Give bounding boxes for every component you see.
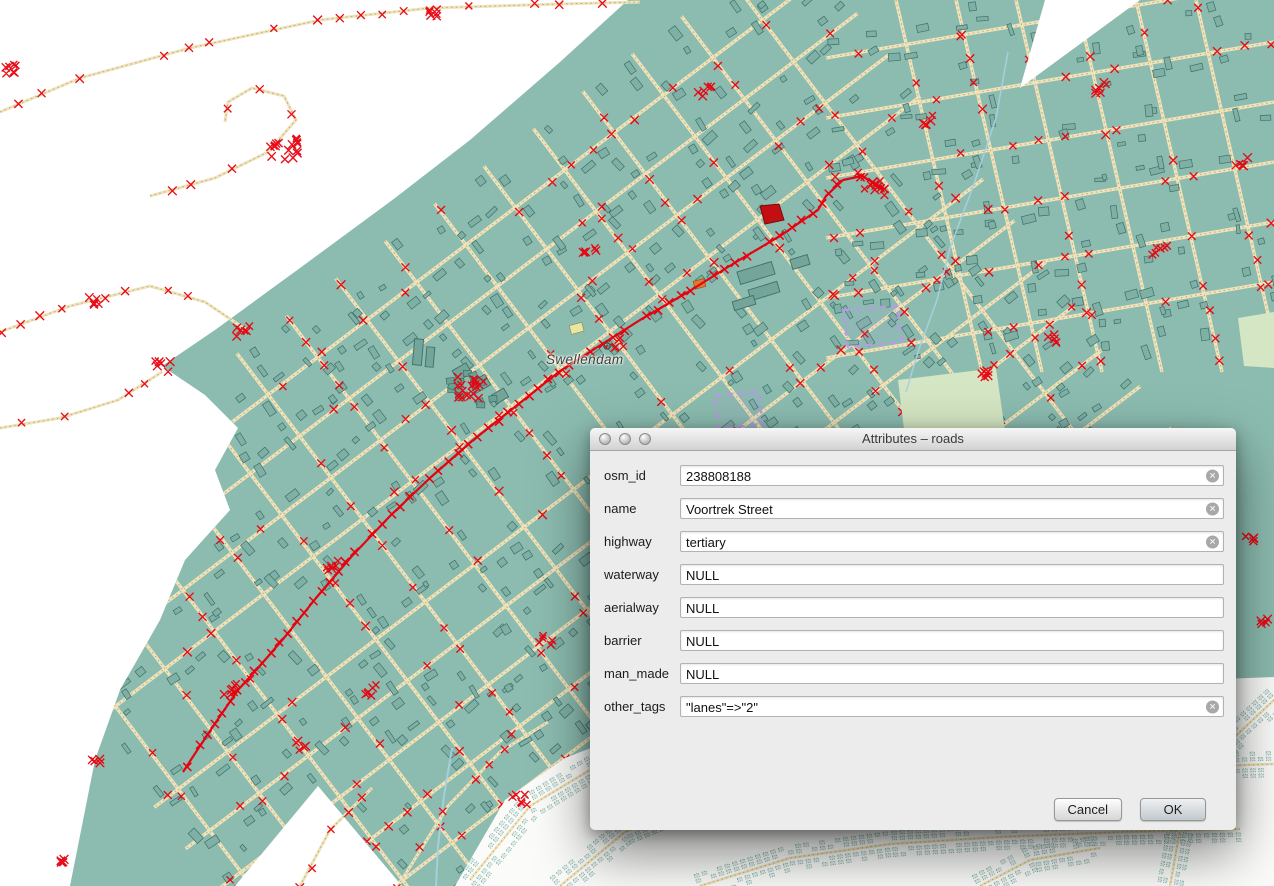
close-button[interactable] <box>599 433 611 445</box>
field-label-other_tags: other_tags <box>604 699 680 714</box>
highway-clear-icon[interactable] <box>1206 535 1219 548</box>
field-label-aerialway: aerialway <box>604 600 680 615</box>
attributes-dialog: Attributes – roads osm_id name highway <box>590 428 1236 830</box>
osm_id-clear-icon[interactable] <box>1206 469 1219 482</box>
aerialway-input[interactable] <box>680 597 1224 618</box>
field-label-barrier: barrier <box>604 633 680 648</box>
name-input[interactable] <box>680 498 1224 519</box>
field-label-man_made: man_made <box>604 666 680 681</box>
field-row-other_tags: other_tags <box>604 696 1224 717</box>
other_tags-clear-icon[interactable] <box>1206 700 1219 713</box>
name-clear-icon[interactable] <box>1206 502 1219 515</box>
qgis-map-window: Swellendam Attributes – roads osm_id nam… <box>0 0 1274 886</box>
field-row-waterway: waterway <box>604 564 1224 585</box>
field-label-osm_id: osm_id <box>604 468 680 483</box>
field-label-waterway: waterway <box>604 567 680 582</box>
waterway-input[interactable] <box>680 564 1224 585</box>
field-row-barrier: barrier <box>604 630 1224 651</box>
dialog-titlebar[interactable]: Attributes – roads <box>590 428 1236 451</box>
field-row-man_made: man_made <box>604 663 1224 684</box>
field-row-aerialway: aerialway <box>604 597 1224 618</box>
field-row-osm_id: osm_id <box>604 465 1224 486</box>
cancel-button[interactable]: Cancel <box>1054 798 1122 821</box>
ok-button[interactable]: OK <box>1140 798 1206 821</box>
window-controls <box>599 433 651 445</box>
attributes-form: osm_id name highway <box>590 451 1236 717</box>
field-row-name: name <box>604 498 1224 519</box>
highway-input[interactable] <box>680 531 1224 552</box>
field-row-highway: highway <box>604 531 1224 552</box>
field-label-highway: highway <box>604 534 680 549</box>
minimize-button[interactable] <box>619 433 631 445</box>
man_made-input[interactable] <box>680 663 1224 684</box>
dialog-buttons: Cancel OK <box>1054 798 1206 821</box>
other_tags-input[interactable] <box>680 696 1224 717</box>
barrier-input[interactable] <box>680 630 1224 651</box>
zoom-button[interactable] <box>639 433 651 445</box>
osm_id-input[interactable] <box>680 465 1224 486</box>
dialog-title: Attributes – roads <box>590 428 1236 450</box>
field-label-name: name <box>604 501 680 516</box>
